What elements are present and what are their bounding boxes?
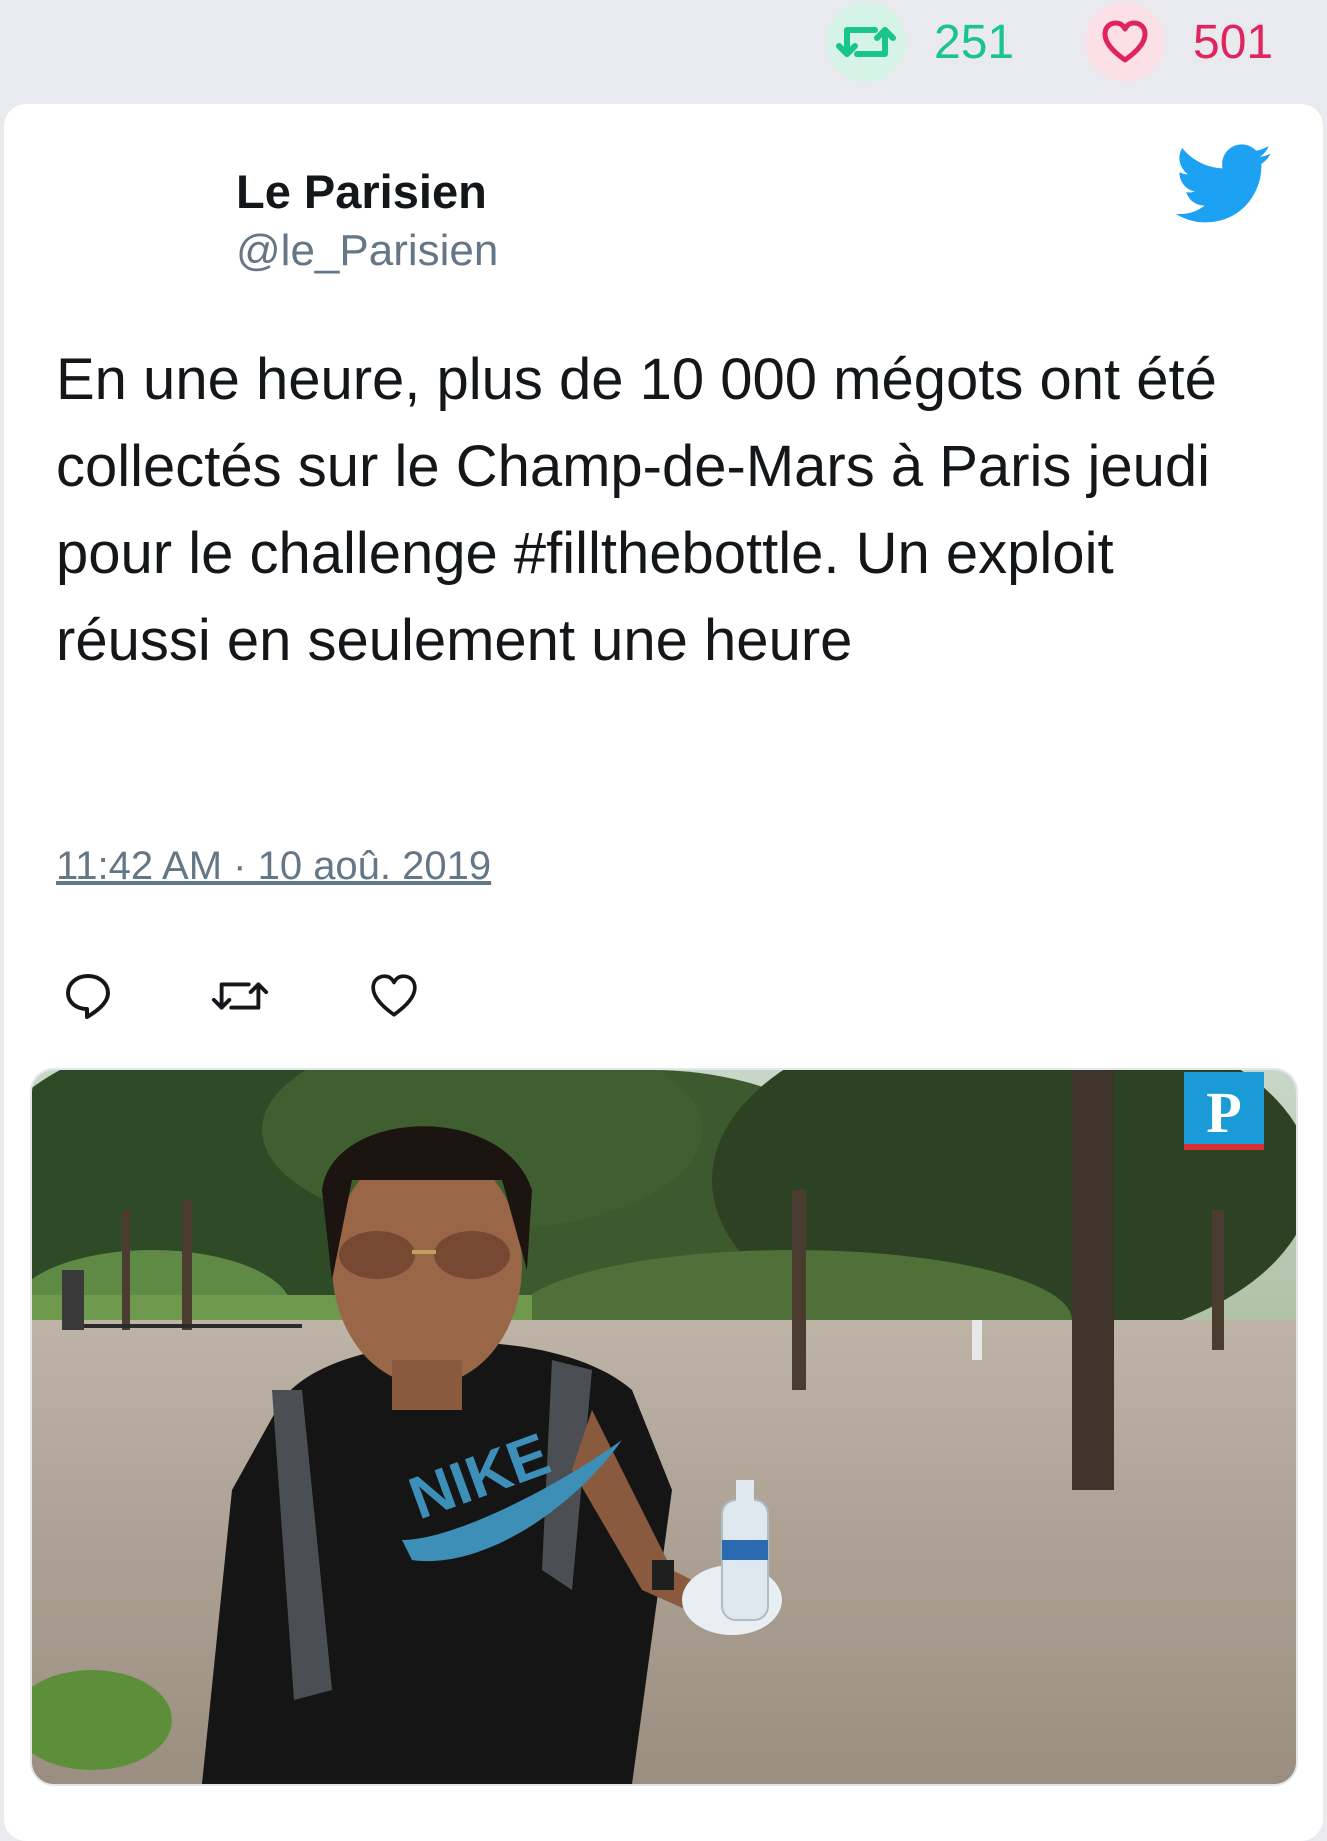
tweet-text: En une heure, plus de 10 000 mégots ont … bbox=[56, 347, 1217, 673]
retweet-icon bbox=[826, 2, 906, 82]
author-handle[interactable]: @le_Parisien bbox=[236, 226, 498, 276]
retweet-action-icon[interactable] bbox=[208, 964, 272, 1028]
engagement-bar: 251 501 bbox=[0, 0, 1327, 104]
media-logo-letter: P bbox=[1206, 1080, 1241, 1145]
reply-icon[interactable] bbox=[56, 964, 120, 1028]
tweet-timestamp[interactable]: 11:42 AM · 10 aoû. 2019 bbox=[56, 844, 491, 889]
tweet-actions bbox=[56, 956, 426, 1036]
like-count: 501 bbox=[1193, 15, 1274, 69]
tweet-card: Le Parisien @le_Parisien En une heure, p… bbox=[4, 104, 1323, 1841]
like-stat[interactable]: 501 bbox=[1085, 0, 1273, 84]
twitter-bird-icon[interactable] bbox=[1174, 144, 1272, 224]
media-photo: NIKE P bbox=[32, 1070, 1296, 1784]
like-action-icon[interactable] bbox=[362, 964, 426, 1028]
author-name[interactable]: Le Parisien bbox=[236, 164, 487, 219]
heart-icon bbox=[1085, 2, 1165, 82]
tweet-media-image[interactable]: NIKE P bbox=[30, 1068, 1298, 1786]
retweet-stat[interactable]: 251 bbox=[826, 0, 1014, 84]
retweet-count: 251 bbox=[934, 15, 1015, 69]
